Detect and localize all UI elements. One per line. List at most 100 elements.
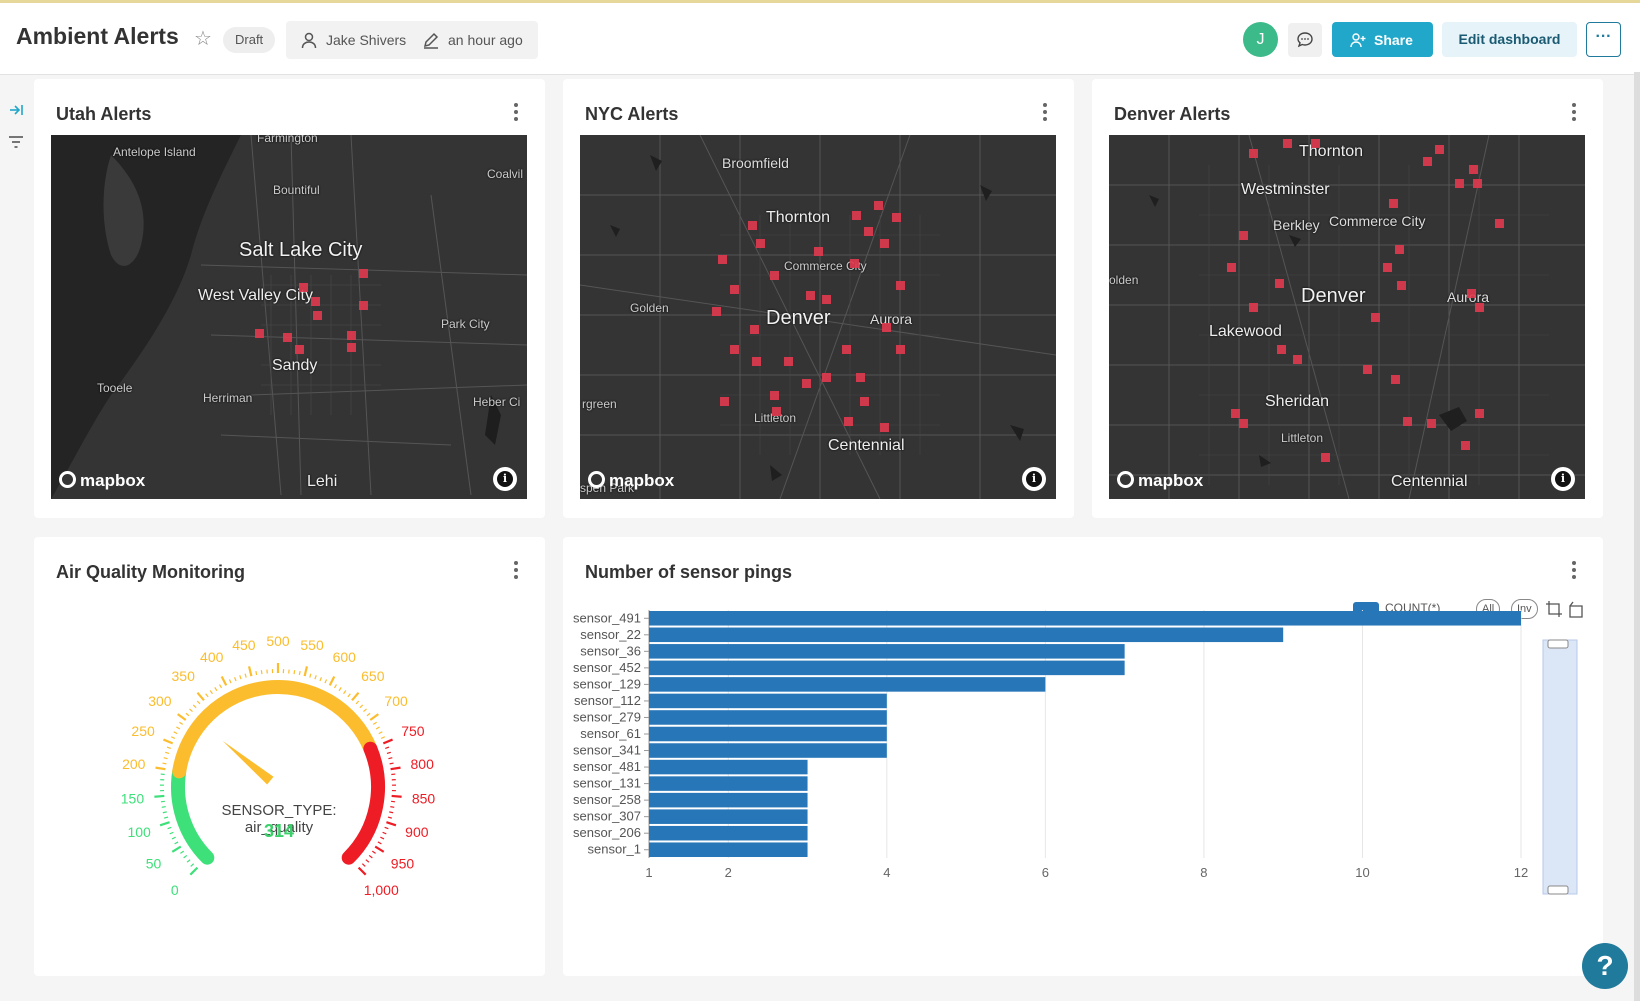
favorite-star-icon[interactable]: ☆ (194, 27, 218, 51)
alert-marker[interactable] (347, 343, 356, 352)
alert-marker[interactable] (359, 301, 368, 310)
alert-marker[interactable] (1403, 417, 1412, 426)
alert-marker[interactable] (1371, 313, 1380, 322)
alert-marker[interactable] (748, 221, 757, 230)
alert-marker[interactable] (822, 373, 831, 382)
gauge-tick (234, 677, 237, 682)
page-scrollbar[interactable] (1634, 72, 1640, 1001)
alert-marker[interactable] (806, 291, 815, 300)
alert-marker[interactable] (311, 297, 320, 306)
map-info-icon[interactable]: i (1022, 467, 1046, 491)
alert-marker[interactable] (730, 345, 739, 354)
alert-marker[interactable] (1473, 179, 1482, 188)
alert-marker[interactable] (1321, 453, 1330, 462)
alert-marker[interactable] (896, 281, 905, 290)
alert-marker[interactable] (1391, 375, 1400, 384)
alert-marker[interactable] (1467, 289, 1476, 298)
alert-marker[interactable] (359, 269, 368, 278)
alert-marker[interactable] (856, 373, 865, 382)
alert-marker[interactable] (852, 211, 861, 220)
alert-marker[interactable] (1231, 409, 1240, 418)
edit-dashboard-button[interactable]: Edit dashboard (1442, 22, 1577, 57)
alert-marker[interactable] (1455, 179, 1464, 188)
nyc-map[interactable]: Broomfield Thornton Commerce City Golden… (580, 135, 1056, 499)
alert-marker[interactable] (770, 271, 779, 280)
comments-button[interactable] (1288, 23, 1322, 57)
alert-marker[interactable] (1249, 149, 1258, 158)
alert-marker[interactable] (844, 417, 853, 426)
alert-marker[interactable] (1383, 263, 1392, 272)
alert-marker[interactable] (874, 201, 883, 210)
alert-marker[interactable] (770, 391, 779, 400)
alert-marker[interactable] (892, 213, 901, 222)
alert-marker[interactable] (802, 379, 811, 388)
alert-marker[interactable] (1475, 409, 1484, 418)
alert-marker[interactable] (347, 331, 356, 340)
alert-marker[interactable] (1469, 165, 1478, 174)
alert-marker[interactable] (750, 325, 759, 334)
alert-marker[interactable] (880, 423, 889, 432)
alert-marker[interactable] (730, 285, 739, 294)
alert-marker[interactable] (752, 357, 761, 366)
alert-marker[interactable] (822, 295, 831, 304)
alert-marker[interactable] (1427, 419, 1436, 428)
alert-marker[interactable] (1277, 345, 1286, 354)
alert-marker[interactable] (1311, 139, 1320, 148)
card-menu-icon[interactable] (513, 103, 519, 125)
denver-map[interactable]: Thornton Westminster Berkley Commerce Ci… (1109, 135, 1585, 499)
alert-marker[interactable] (756, 239, 765, 248)
more-options-button[interactable]: ··· (1586, 22, 1621, 57)
alert-marker[interactable] (850, 259, 859, 268)
mapbox-logo[interactable]: mapbox (1117, 471, 1203, 491)
alert-marker[interactable] (718, 255, 727, 264)
alert-marker[interactable] (255, 329, 264, 338)
mapbox-logo[interactable]: mapbox (588, 471, 674, 491)
alert-marker[interactable] (772, 407, 781, 416)
alert-marker[interactable] (1363, 365, 1372, 374)
alert-marker[interactable] (882, 323, 891, 332)
alert-marker[interactable] (1475, 303, 1484, 312)
alert-marker[interactable] (784, 357, 793, 366)
alert-marker[interactable] (1293, 355, 1302, 364)
alert-marker[interactable] (842, 345, 851, 354)
alert-marker[interactable] (1283, 139, 1292, 148)
utah-map[interactable]: Farmington Antelope Island Coalvil Bount… (51, 135, 527, 499)
share-button[interactable]: Share (1332, 22, 1433, 57)
alert-marker[interactable] (313, 311, 322, 320)
card-menu-icon[interactable] (1042, 103, 1048, 125)
alert-marker[interactable] (1249, 303, 1258, 312)
alert-marker[interactable] (1239, 231, 1248, 240)
alert-marker[interactable] (720, 397, 729, 406)
alert-marker[interactable] (299, 283, 308, 292)
person-icon (301, 32, 317, 49)
alert-marker[interactable] (880, 239, 889, 248)
map-info-icon[interactable]: i (493, 467, 517, 491)
help-button[interactable]: ? (1582, 943, 1628, 989)
alert-marker[interactable] (1461, 441, 1470, 450)
alert-marker[interactable] (1395, 245, 1404, 254)
alert-marker[interactable] (1227, 263, 1236, 272)
alert-marker[interactable] (1495, 219, 1504, 228)
alert-marker[interactable] (712, 307, 721, 316)
alert-marker[interactable] (896, 345, 905, 354)
alert-marker[interactable] (1389, 199, 1398, 208)
alert-marker[interactable] (295, 345, 304, 354)
gauge-tick-label: 100 (127, 824, 151, 840)
user-avatar[interactable]: J (1243, 22, 1278, 57)
mapbox-logo[interactable]: mapbox (59, 471, 145, 491)
expand-sidebar-icon[interactable] (8, 102, 24, 118)
alert-marker[interactable] (1423, 157, 1432, 166)
card-menu-icon[interactable] (1571, 103, 1577, 125)
alert-marker[interactable] (864, 227, 873, 236)
alert-marker[interactable] (283, 333, 292, 342)
alert-marker[interactable] (860, 397, 869, 406)
alert-marker[interactable] (1275, 279, 1284, 288)
alert-marker[interactable] (1435, 145, 1444, 154)
filter-icon[interactable] (8, 134, 24, 150)
draft-status-badge[interactable]: Draft (223, 27, 276, 53)
gauge-tick (165, 751, 170, 755)
alert-marker[interactable] (1239, 419, 1248, 428)
map-info-icon[interactable]: i (1551, 467, 1575, 491)
alert-marker[interactable] (814, 247, 823, 256)
alert-marker[interactable] (1397, 281, 1406, 290)
